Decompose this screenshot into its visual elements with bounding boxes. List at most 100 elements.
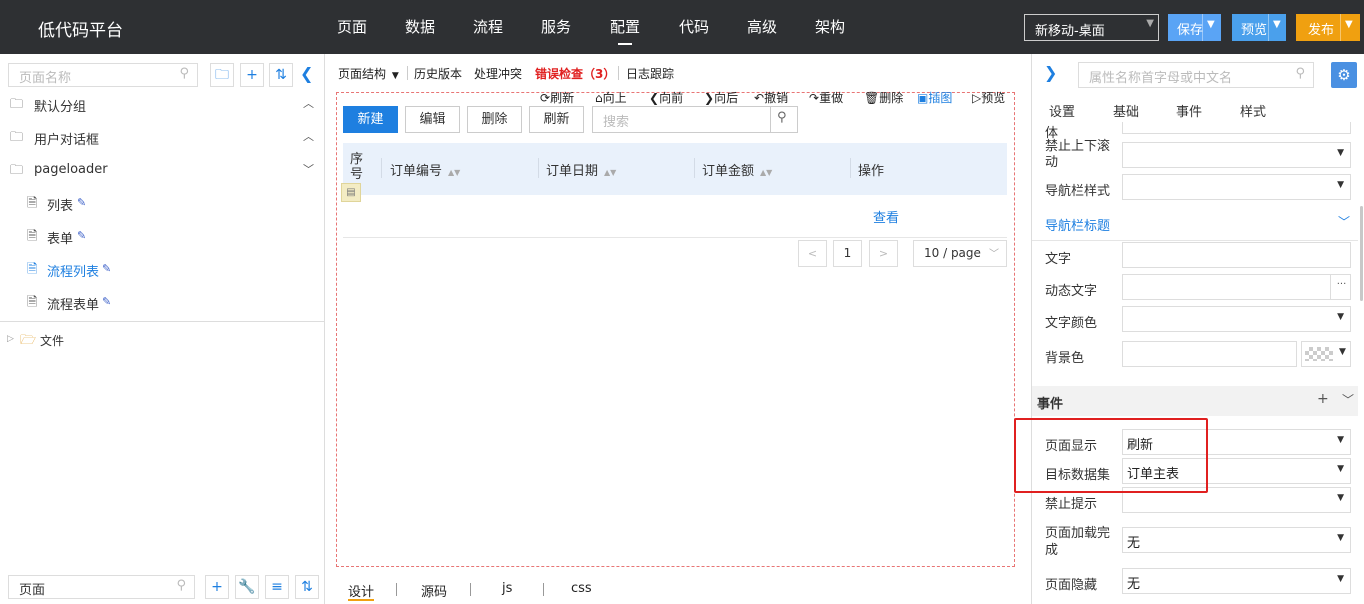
nav-config[interactable]: 配置 [610,16,640,45]
history-link[interactable]: 历史版本 [414,65,462,82]
tab-design[interactable]: 设计 [348,581,374,601]
sort-icon[interactable]: ▲▼ [448,168,460,177]
tree-group-dialog[interactable]: 🗀 用户对话框 ︿ [0,121,324,154]
designer-redo[interactable]: ↷重做 [809,89,843,106]
prop-select[interactable]: ▼ [1122,142,1351,168]
add-button[interactable]: + [205,575,229,599]
conflict-link[interactable]: 处理冲突 [474,65,522,82]
edit-button[interactable]: 编辑 [405,106,460,133]
nav-advanced[interactable]: 高级 [747,16,777,37]
tree-item-flow-list[interactable]: 🗎 流程列表 ✎ [0,253,324,286]
chevron-up-icon[interactable]: ︿ [303,128,314,144]
prop-field[interactable] [1122,122,1351,134]
sort-icon[interactable]: ▲▼ [604,168,616,177]
nav-flow[interactable]: 流程 [473,16,503,37]
designer-refresh[interactable]: ⟳刷新 [540,89,574,106]
search-icon[interactable]: ⚲ [1295,66,1305,81]
nav-title-section[interactable]: 导航栏标题 ﹀ [1032,205,1358,241]
tree-group-pageloader[interactable]: 🗀 pageloader ﹀ [0,154,324,187]
tab-events[interactable]: 事件 [1176,101,1202,120]
nav-data[interactable]: 数据 [405,16,435,37]
tab-source[interactable]: 源码 [421,581,447,600]
edit-pencil-icon[interactable]: ✎ [102,295,111,308]
plus-icon[interactable]: + [1317,391,1329,407]
log-trace-link[interactable]: 日志跟踪 [626,65,674,82]
nav-code[interactable]: 代码 [679,16,709,37]
new-button[interactable]: 新建 [343,106,398,133]
property-search-input[interactable]: 属性名称首字母或中文名 ⚲ [1078,62,1314,88]
chevron-down-icon[interactable]: ﹀ [303,161,314,177]
chevron-up-icon[interactable]: ︿ [303,95,314,111]
chevron-down-icon[interactable]: ▼ [1273,19,1281,30]
page-size-select[interactable]: 10 / page ﹀ [913,240,1007,267]
add-folder-button[interactable]: 🗀 [210,63,234,87]
sort-icon[interactable]: ▲▼ [760,168,772,177]
tree-item-flow-form[interactable]: 🗎 流程表单 ✎ [0,286,324,322]
tree-files[interactable]: ▷ 🗁 文件 [0,324,324,357]
env-select[interactable]: 新移动-桌面 ▼ [1024,14,1159,41]
tab-style[interactable]: 样式 [1240,101,1266,120]
edit-pencil-icon[interactable]: ✎ [77,229,86,242]
text-field[interactable] [1122,242,1351,268]
next-page-button[interactable]: > [869,240,898,267]
edit-pencil-icon[interactable]: ✎ [102,262,111,275]
search-icon[interactable]: ⚲ [777,110,787,125]
prev-page-button[interactable]: < [798,240,827,267]
designer-preview[interactable]: ▷预览 [972,89,1005,106]
tab-css[interactable]: css [571,581,592,596]
settings-button[interactable]: ⚙ [1331,62,1357,88]
designer-delete[interactable]: 🗑删除 [864,89,903,106]
page-load-select[interactable]: 无 ▼ [1122,527,1351,553]
sort-button[interactable]: ⇅ [295,575,319,599]
nav-service[interactable]: 服务 [541,16,571,37]
tools-button[interactable]: 🔧 [235,575,259,599]
preview-button[interactable]: 预览 ▼ [1232,14,1286,41]
collapse-left-panel-icon[interactable]: ❮ [300,64,313,83]
property-list[interactable]: 体 禁止上下滚动 ▼ 导航栏样式 ▼ 导航栏标题 ﹀ 文字 动态文字 ··· 文… [1032,122,1364,604]
bottom-search-input[interactable]: 页面 ⚲ [8,575,195,599]
chevron-down-icon[interactable]: ▼ [1345,19,1353,30]
error-check-link[interactable]: 错误检查（3） [535,65,615,82]
designer-prev[interactable]: ❮向前 [649,89,683,106]
column-order-date[interactable]: 订单日期 ▲▼ [546,160,616,179]
column-order-amount[interactable]: 订单金额 ▲▼ [702,160,772,179]
grid-search-input[interactable]: 搜索 ⚲ [592,106,798,133]
chevron-down-icon[interactable]: ﹀ [1338,213,1350,230]
designer-next[interactable]: ❯向后 [704,89,738,106]
page-structure-menu[interactable]: 页面结构 ▼ [338,65,399,82]
color-picker[interactable]: ▼ [1301,341,1351,367]
expand-right-panel-icon[interactable]: ❯ [1044,63,1057,82]
nav-page[interactable]: 页面 [337,16,367,37]
tree-item-form[interactable]: 🗎 表单 ✎ [0,220,324,253]
add-page-button[interactable]: + [240,63,264,87]
designer-image[interactable]: ▣插图 [917,89,952,106]
dynamic-text-field[interactable]: ··· [1122,274,1351,300]
caret-right-icon[interactable]: ▷ [7,334,14,344]
save-button[interactable]: 保存 ▼ [1168,14,1221,41]
designer-undo[interactable]: ↶撤销 [754,89,788,106]
designer-up[interactable]: ⌂向上 [595,89,627,106]
edit-pencil-icon[interactable]: ✎ [77,196,86,209]
chevron-down-icon[interactable]: ▼ [1207,19,1215,30]
search-icon[interactable]: ⚲ [179,66,189,81]
chevron-down-icon[interactable]: ﹀ [1342,391,1354,408]
events-section[interactable]: 事件 + ﹀ [1032,386,1358,416]
scrollbar[interactable] [1360,206,1363,301]
tree-group-default[interactable]: 🗀 默认分组 ︿ [0,88,324,121]
delete-button[interactable]: 删除 [467,106,522,133]
sort-button[interactable]: ⇅ [269,63,293,87]
prop-select[interactable]: ▼ [1122,174,1351,200]
page-hide-select[interactable]: 无 ▼ [1122,568,1351,594]
publish-button[interactable]: 发布 ▼ [1296,14,1360,41]
bg-color-field[interactable] [1122,341,1297,367]
page-search-input[interactable]: 页面名称 ⚲ [8,63,198,87]
nav-architecture[interactable]: 架构 [815,16,845,37]
tab-basic[interactable]: 基础 [1113,101,1139,120]
tree-item-list[interactable]: 🗎 列表 ✎ [0,187,324,220]
text-color-select[interactable]: ▼ [1122,306,1351,332]
page-number[interactable]: 1 [833,240,862,267]
tab-js[interactable]: js [502,581,512,596]
more-icon[interactable]: ··· [1330,274,1352,300]
tab-settings[interactable]: 设置 [1049,101,1075,120]
search-icon[interactable]: ⚲ [176,578,186,593]
